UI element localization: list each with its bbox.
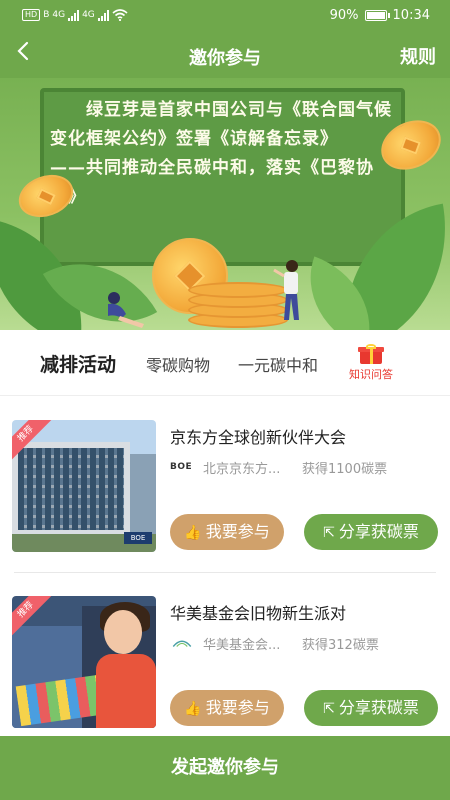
banner-text: 绿豆芽是首家中国公司与《联合国气候变化框架公约》签署《谅解备忘录》 ——共同推动… [50,96,400,212]
app-header: 邀你参与 规则 [0,32,450,78]
quiz-label: 知识问答 [349,368,393,381]
battery-percent: 90% [329,8,359,23]
activity-thumbnail[interactable]: 推荐 [12,596,156,728]
knowledge-quiz-button[interactable]: 知识问答 [344,344,398,382]
activity-card[interactable]: 推荐 华美基金会旧物新生派对 华美基金会... 获得312碳票 👍 我要参与 ⇱ 分… [0,576,450,752]
share-icon: ⇱ [323,525,335,541]
join-label: 我要参与 [205,522,270,541]
carbon-reward: 获得1100碳票 [302,462,388,477]
battery-icon [364,10,390,21]
banner-paragraph-2: ——共同推动全民碳中和，落实《巴黎协定》 [50,158,374,207]
signal-icon [68,9,80,21]
org-logo [172,640,192,647]
divider [14,572,436,573]
banner: 绿豆芽是首家中国公司与《联合国气候变化框架公约》签署《谅解备忘录》 ——共同推动… [0,78,450,330]
status-bar: HD B 4G 4G 90% 10:34 [0,0,450,32]
org-logo: BOE [170,462,193,472]
share-button[interactable]: ⇱ 分享获碳票 [304,514,438,550]
share-label: 分享获碳票 [338,522,419,541]
tab-reduction-activity[interactable]: 减排活动 [40,350,116,377]
join-button[interactable]: 👍 我要参与 [170,514,284,550]
hd-badge: HD [22,9,41,21]
status-right: 90% 10:34 [330,8,430,23]
thumbs-up-icon: 👍 [184,525,202,541]
status-icons: HD B 4G 4G [22,9,128,21]
share-button[interactable]: ⇱ 分享获碳票 [304,690,438,726]
tab-one-yuan-carbon-neutral[interactable]: 一元碳中和 [238,352,318,376]
network-type-1: 4G [52,10,66,20]
join-label: 我要参与 [205,698,270,717]
signal-icon [97,9,109,21]
carbon-reward: 获得312碳票 [302,638,379,653]
building-sign: BOE [124,532,152,544]
activity-thumbnail[interactable]: BOE 推荐 [12,420,156,552]
thumbs-up-icon: 👍 [184,701,202,717]
org-name: 华美基金会... [203,638,281,653]
activity-tabs: 减排活动 零碳购物 一元碳中和 知识问答 [0,330,450,396]
wifi-icon [112,9,128,21]
gift-icon [358,344,384,364]
activity-card[interactable]: BOE 推荐 京东方全球创新伙伴大会 BOE 北京京东方... 获得1100碳票… [0,400,450,576]
activity-title[interactable]: 华美基金会旧物新生派对 [170,600,346,624]
network-type-2: 4G [82,10,95,20]
share-icon: ⇱ [323,701,335,717]
tab-zero-carbon-shopping[interactable]: 零碳购物 [146,352,210,376]
clock: 10:34 [392,8,430,23]
initiate-invite-button[interactable]: 发起邀你参与 [0,736,450,800]
page-title: 邀你参与 [189,48,261,69]
person-illustration [273,260,299,320]
person-illustration [108,292,144,328]
kids-photo [12,596,156,728]
network-label: B [43,10,50,20]
org-name: 北京京东方... [203,462,281,477]
building-photo: BOE [12,420,156,552]
join-button[interactable]: 👍 我要参与 [170,690,284,726]
activity-title[interactable]: 京东方全球创新伙伴大会 [170,424,346,448]
rules-link[interactable]: 规则 [400,43,436,69]
banner-paragraph-1: 绿豆芽是首家中国公司与《联合国气候变化框架公约》签署《谅解备忘录》 [50,100,392,149]
share-label: 分享获碳票 [338,698,419,717]
